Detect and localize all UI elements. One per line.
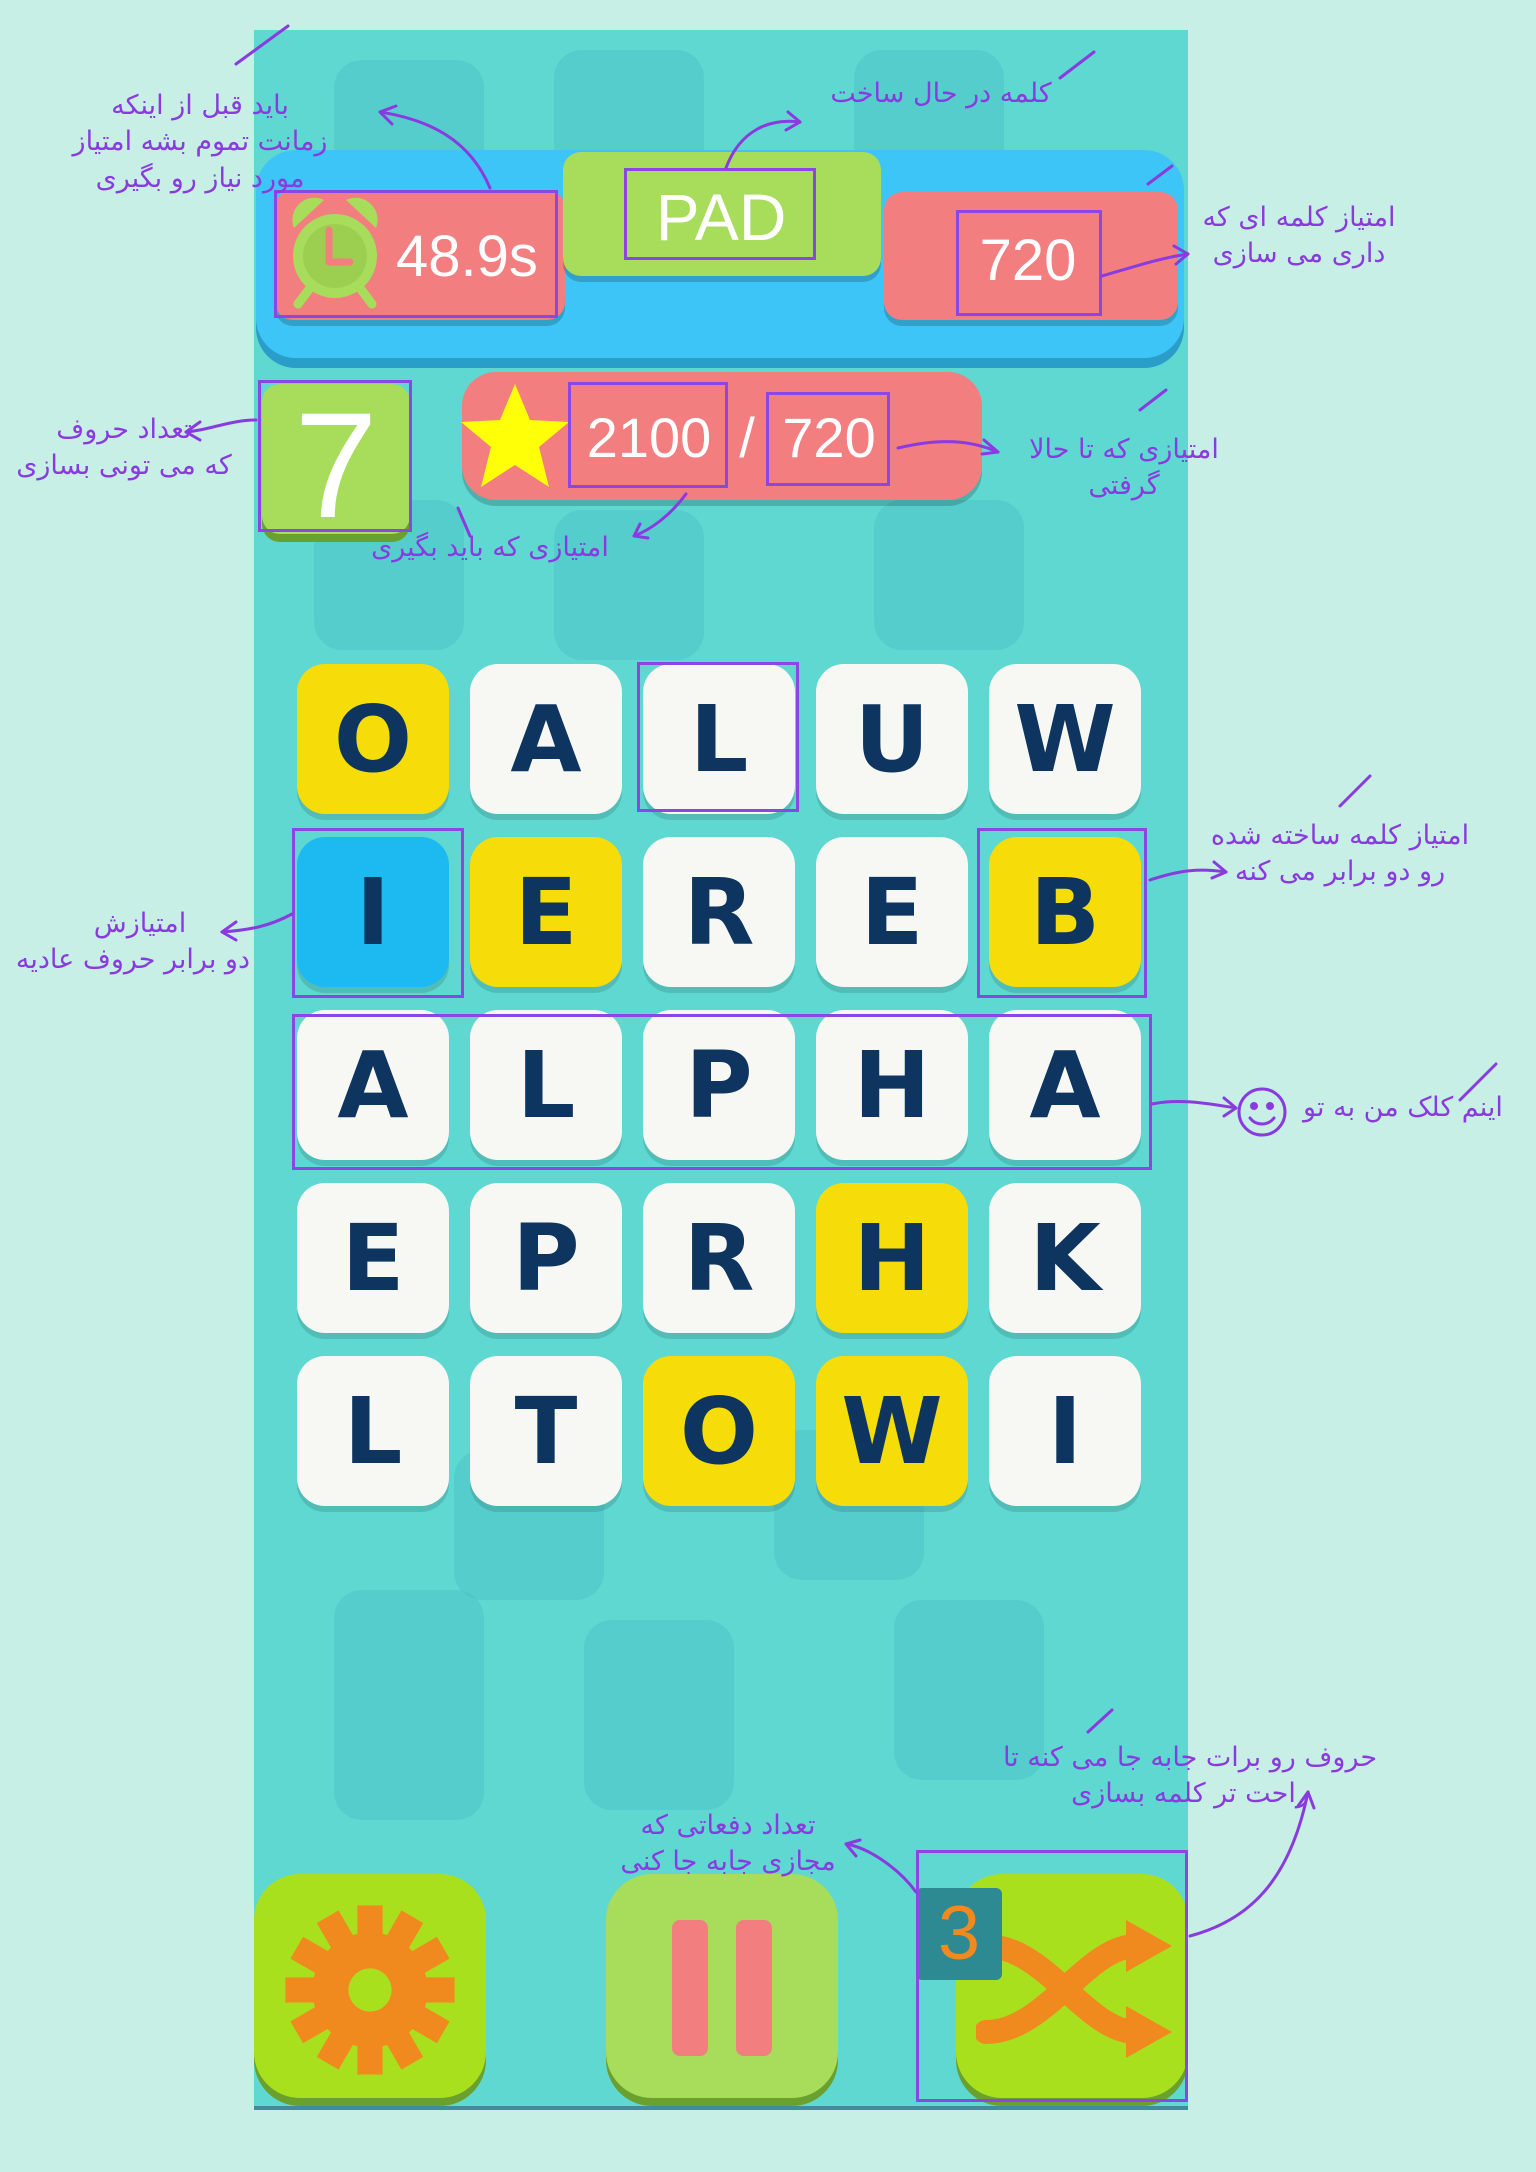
letter-tile[interactable]: W <box>816 1356 968 1506</box>
gear-icon <box>285 1905 455 2075</box>
letter-tile[interactable]: W <box>989 664 1141 814</box>
tile-highlight <box>637 662 799 812</box>
note-line: امتیازی که باید بگیری <box>371 532 609 563</box>
star-icon <box>461 384 569 487</box>
letters-highlight <box>258 380 412 532</box>
note-line: مورد نیاز رو بگیری <box>95 162 305 194</box>
target-highlight <box>568 382 728 488</box>
shuffle-note: حروف رو برات جابه جا می کنه تا راحت تر ک… <box>980 1740 1400 1813</box>
blue-note: امتیازش دو برابر حروف عادیه <box>15 906 250 979</box>
note-line: دو برابر حروف عادیه <box>15 944 250 976</box>
letter-tile[interactable]: H <box>816 1183 968 1333</box>
word-note: کلمه در حال ساخت <box>806 76 1076 112</box>
letter-tile[interactable]: A <box>470 664 622 814</box>
pause-button[interactable] <box>606 1874 838 2098</box>
note-line: رو دو برابر می کنه <box>1234 856 1446 888</box>
letter-tile[interactable]: R <box>643 837 795 987</box>
letter-tile[interactable]: R <box>643 1183 795 1333</box>
letter-tile[interactable]: U <box>816 664 968 814</box>
note-line: امتیاز کلمه ساخته شده <box>1210 820 1470 851</box>
word-highlight <box>624 168 816 260</box>
letter-tile[interactable]: T <box>470 1356 622 1506</box>
letter-tile[interactable]: K <box>989 1183 1141 1333</box>
note-line: کلمه در حال ساخت <box>830 78 1052 109</box>
pause-icon <box>672 1920 772 2056</box>
note-line: امتیاز کلمه ای که <box>1202 202 1396 233</box>
letter-tile[interactable]: L <box>297 1356 449 1506</box>
shuffle-highlight <box>916 1850 1188 2102</box>
note-line: امتیازش <box>93 908 187 939</box>
note-line: داری می سازی <box>1212 238 1386 270</box>
note-line: گرفتی <box>1088 470 1160 502</box>
note-line: امتیازی که تا حالا <box>1029 434 1219 465</box>
note-line: راحت تر کلمه بسازی <box>1071 1778 1309 1810</box>
note-line: زمانت تموم بشه امتیاز <box>72 126 328 158</box>
current-score-note: امتیازی که تا حالا گرفتی <box>1004 432 1244 505</box>
word-score-note: امتیاز کلمه ای که داری می سازی <box>1194 200 1404 273</box>
letter-tile[interactable]: E <box>297 1183 449 1333</box>
note-line: که می تونی بسازی <box>16 450 232 482</box>
note-line: تعداد حروف <box>56 414 192 445</box>
row-note: اینم کلک من به تو <box>1290 1090 1516 1126</box>
letters-note: تعداد حروف که می تونی بسازی <box>14 412 234 485</box>
note-line: اینم کلک من به تو <box>1303 1092 1503 1123</box>
blue-tile-highlight <box>292 828 464 998</box>
letter-tile[interactable]: O <box>297 664 449 814</box>
note-line: مجازی جابه جا کنی <box>620 1846 836 1878</box>
special-note: امتیاز کلمه ساخته شده رو دو برابر می کنه <box>1190 818 1490 891</box>
timer-note: باید قبل از اینکه زمانت تموم بشه امتیاز … <box>40 88 360 197</box>
letter-tile[interactable]: O <box>643 1356 795 1506</box>
note-line: حروف رو برات جابه جا می کنه تا <box>1002 1742 1378 1773</box>
background-tile <box>584 1620 734 1810</box>
letter-tile[interactable]: P <box>470 1183 622 1333</box>
word-score-highlight <box>956 210 1102 316</box>
score-highlight <box>766 392 890 486</box>
letter-tile[interactable]: I <box>989 1356 1141 1506</box>
row-highlight <box>292 1014 1152 1170</box>
note-line: باید قبل از اینکه <box>111 90 289 121</box>
letter-tile[interactable]: E <box>816 837 968 987</box>
timer-highlight <box>274 190 558 318</box>
note-line: تعداد دفعاتی که <box>640 1810 816 1841</box>
shuffle-count-note: تعداد دفعاتی که مجازی جابه جا کنی <box>598 1808 858 1881</box>
background-tile <box>874 500 1024 650</box>
target-note: امتیازی که باید بگیری <box>320 530 660 566</box>
settings-button[interactable] <box>254 1874 486 2098</box>
special-tile-highlight <box>977 828 1147 998</box>
background-tile <box>334 1590 484 1820</box>
letter-tile[interactable]: E <box>470 837 622 987</box>
score-separator: / <box>739 406 755 469</box>
